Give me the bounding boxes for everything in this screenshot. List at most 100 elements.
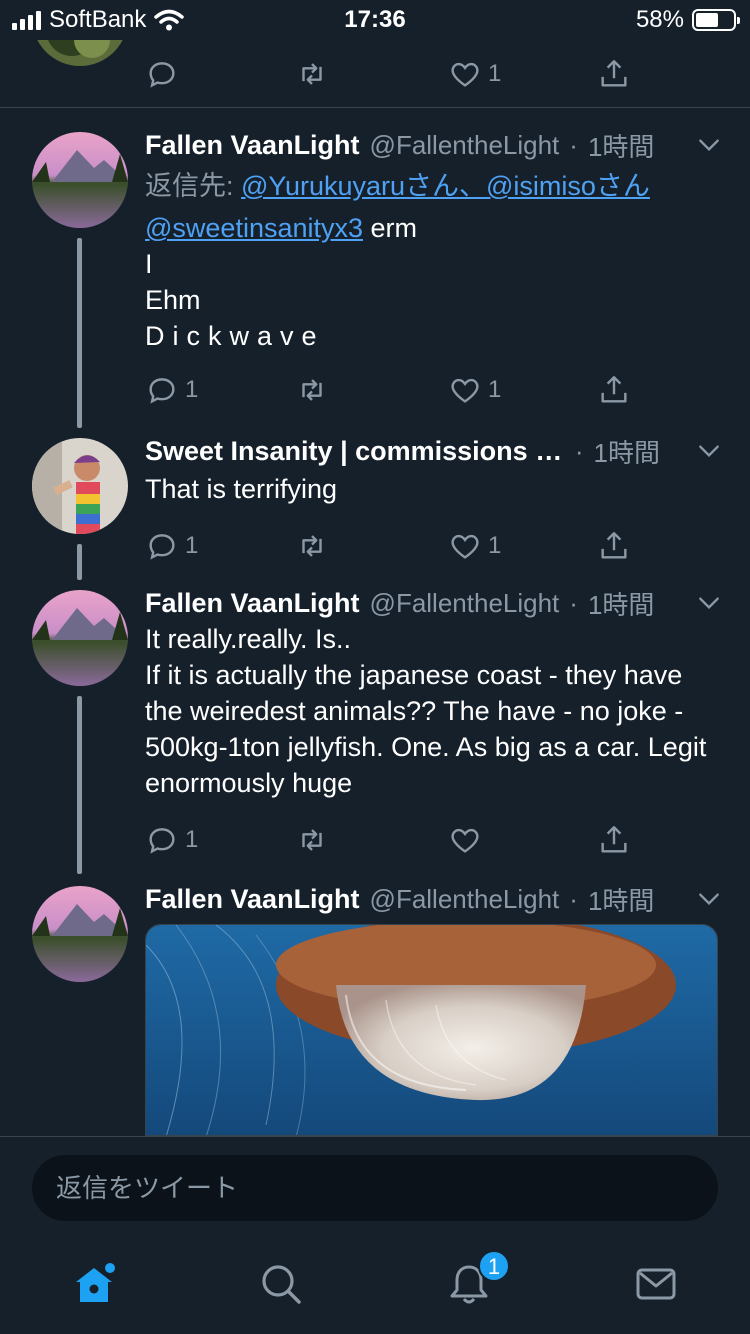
tweet[interactable]: Fallen VaanLight @FallentheLight · 1時間 返… [0, 108, 750, 430]
notifications-badge: 1 [478, 1250, 510, 1282]
reply-button[interactable]: 1 [145, 370, 198, 410]
reply-separator: 、 [459, 171, 487, 201]
display-name[interactable]: Sweet Insanity | commissions O... [145, 436, 565, 467]
reply-button[interactable]: 1 [145, 526, 198, 566]
tweet-header: Fallen VaanLight @FallentheLight · 1時間 [145, 128, 660, 162]
tweet-actions: 1 [145, 54, 627, 94]
chevron-down-icon[interactable] [696, 438, 722, 464]
retweet-icon [302, 379, 322, 401]
user-handle[interactable]: @FallentheLight [370, 884, 560, 915]
reply-count: 1 [185, 826, 199, 853]
reply-icon [149, 828, 175, 854]
battery-icon [692, 9, 740, 31]
home-icon [76, 1263, 115, 1302]
timestamp[interactable]: 1時間 [588, 586, 654, 620]
user-handle[interactable]: @FallentheLight [370, 130, 560, 161]
like-count: 1 [488, 60, 502, 87]
share-button[interactable] [597, 820, 631, 860]
user-handle[interactable]: @FallentheLight [370, 588, 560, 619]
share-icon [601, 376, 627, 403]
avatar[interactable] [32, 886, 128, 982]
retweet-button[interactable] [295, 370, 335, 410]
tweet[interactable]: Fallen VaanLight @FallentheLight · 1時間 I… [0, 580, 750, 876]
avatar[interactable] [32, 438, 128, 534]
messages-icon [636, 1268, 676, 1300]
reply-button[interactable]: 1 [145, 820, 198, 860]
tweet-actions: 1 [145, 820, 627, 860]
heart-icon [451, 378, 479, 403]
heart-icon [451, 62, 479, 87]
chevron-down-icon[interactable] [696, 886, 722, 912]
separator: · [569, 587, 578, 618]
mention-link[interactable]: @isimisoさん [486, 171, 650, 201]
share-button[interactable] [597, 54, 631, 94]
like-button[interactable]: 1 [448, 54, 501, 94]
like-button[interactable]: 1 [448, 526, 501, 566]
partial-tweet[interactable]: 1 [0, 40, 750, 108]
like-button[interactable]: 1 [448, 370, 501, 410]
separator: · [574, 435, 584, 466]
bottom-tab-bar [0, 1236, 750, 1334]
tweet[interactable]: Fallen VaanLight @FallentheLight · 1時間 [0, 876, 750, 1136]
display-name[interactable]: Fallen VaanLight [145, 588, 360, 619]
tweet-text: Ehm [145, 285, 201, 315]
separator: · [569, 883, 578, 914]
timestamp[interactable]: 1時間 [594, 434, 660, 468]
tweet-feed[interactable]: 1 Fallen VaanLight @FallentheLight · 1時間… [0, 40, 750, 1136]
tweet-text: Dickwave [145, 321, 325, 351]
retweet-icon [302, 829, 322, 851]
mention-link[interactable]: @sweetinsanityx3 [145, 213, 363, 243]
search-icon [262, 1265, 301, 1304]
thread-line [77, 544, 82, 580]
heart-icon [451, 534, 479, 559]
mention-link[interactable]: @Yurukuyaruさん [241, 171, 459, 201]
reply-count: 1 [185, 532, 199, 559]
share-button[interactable] [597, 526, 631, 566]
tab-home[interactable] [72, 1262, 116, 1306]
tweet[interactable]: Sweet Insanity | commissions O... · 1時間 … [0, 430, 750, 580]
tweet-image-jellyfish[interactable] [145, 924, 718, 1136]
reply-count: 1 [185, 376, 199, 403]
tweet-header: Fallen VaanLight @FallentheLight · 1時間 [145, 586, 660, 620]
reply-composer-bar: 返信をツイート [0, 1136, 750, 1236]
share-icon [601, 60, 627, 87]
retweet-icon [302, 535, 322, 557]
tweet-text: erm [363, 213, 418, 243]
tab-messages[interactable] [634, 1262, 678, 1306]
reply-icon [149, 378, 175, 404]
like-count: 1 [488, 532, 502, 559]
timestamp[interactable]: 1時間 [588, 882, 654, 916]
share-icon [601, 532, 627, 559]
status-bar: SoftBank 17:36 58% [0, 0, 750, 40]
avatar[interactable] [32, 132, 128, 228]
reply-input[interactable]: 返信をツイート [32, 1155, 718, 1221]
battery-percent: 58% [635, 6, 684, 33]
avatar[interactable] [32, 590, 128, 686]
retweet-button[interactable] [295, 820, 335, 860]
tweet-header: Fallen VaanLight @FallentheLight · 1時間 [145, 882, 660, 916]
retweet-button[interactable] [295, 54, 329, 94]
reply-icon [149, 62, 175, 88]
retweet-button[interactable] [295, 526, 335, 566]
share-icon [601, 826, 627, 853]
chevron-down-icon[interactable] [696, 132, 722, 158]
share-button[interactable] [597, 370, 631, 410]
tweet-header: Sweet Insanity | commissions O... · 1時間 [145, 434, 660, 468]
timestamp[interactable]: 1時間 [588, 128, 654, 162]
chevron-down-icon[interactable] [696, 590, 722, 616]
like-button[interactable] [448, 820, 488, 860]
display-name[interactable]: Fallen VaanLight [145, 130, 360, 161]
reply-icon [149, 534, 175, 560]
reply-prefix: 返信先: [145, 171, 242, 201]
display-name[interactable]: Fallen VaanLight [145, 884, 360, 915]
tweet-text: That is terrifying [145, 474, 338, 504]
thread-line [77, 696, 82, 874]
reply-button[interactable] [145, 54, 179, 94]
retweet-icon [302, 63, 322, 85]
tab-search[interactable] [259, 1262, 303, 1306]
avatar[interactable] [32, 40, 128, 66]
tweet-text: I [145, 249, 153, 279]
tweet-actions: 1 1 [145, 526, 627, 566]
tweet-actions: 1 1 [145, 370, 627, 410]
heart-icon [451, 828, 479, 853]
